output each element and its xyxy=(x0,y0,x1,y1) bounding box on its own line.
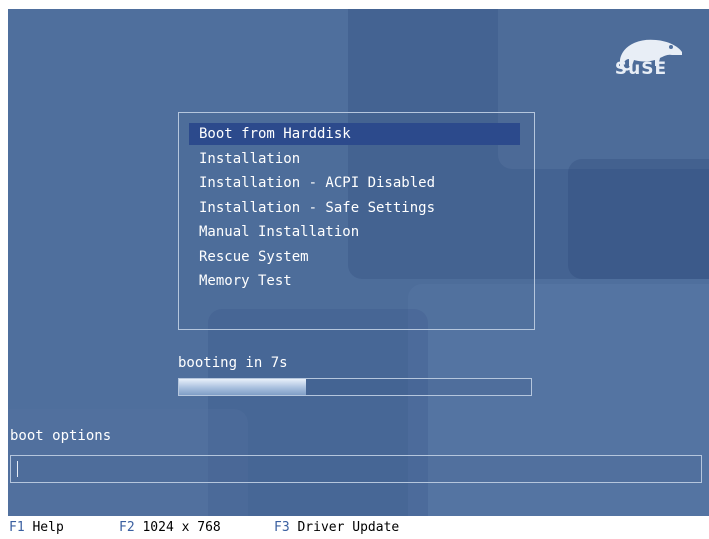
boot-options-input[interactable] xyxy=(10,455,702,483)
menu-item-installation[interactable]: Installation xyxy=(189,148,520,170)
menu-item-installation-safe-settings[interactable]: Installation - Safe Settings xyxy=(189,197,520,219)
fkey-help[interactable]: F1 Help xyxy=(9,516,64,539)
fkey-f3-key: F3 xyxy=(274,520,290,535)
boot-menu: Boot from Harddisk Installation Installa… xyxy=(178,112,535,330)
menu-item-manual-installation[interactable]: Manual Installation xyxy=(189,221,520,243)
fkey-f1-label: Help xyxy=(32,520,64,535)
fkey-f2-label: 1024 x 768 xyxy=(142,520,221,535)
fkey-f2-key: F2 xyxy=(119,520,135,535)
fkey-f1-key: F1 xyxy=(9,520,25,535)
boot-progress-fill xyxy=(179,379,306,395)
boot-countdown: booting in 7s xyxy=(178,355,288,371)
menu-item-installation-acpi-disabled[interactable]: Installation - ACPI Disabled xyxy=(189,172,520,194)
function-key-bar: F1 Help F2 1024 x 768 F3 Driver Update xyxy=(0,516,709,539)
text-cursor xyxy=(17,461,18,477)
suse-logo-text: SuSE xyxy=(614,59,668,79)
boot-options-label: boot options xyxy=(10,428,112,444)
menu-item-boot-from-harddisk[interactable]: Boot from Harddisk xyxy=(189,123,520,145)
menu-item-rescue-system[interactable]: Rescue System xyxy=(189,246,520,268)
fkey-f3-label: Driver Update xyxy=(297,520,400,535)
background-shape xyxy=(568,159,709,279)
fkey-driver-update[interactable]: F3 Driver Update xyxy=(274,516,399,539)
boot-progress-bar xyxy=(178,378,532,396)
menu-item-memory-test[interactable]: Memory Test xyxy=(189,270,520,292)
fkey-resolution[interactable]: F2 1024 x 768 xyxy=(119,516,221,539)
